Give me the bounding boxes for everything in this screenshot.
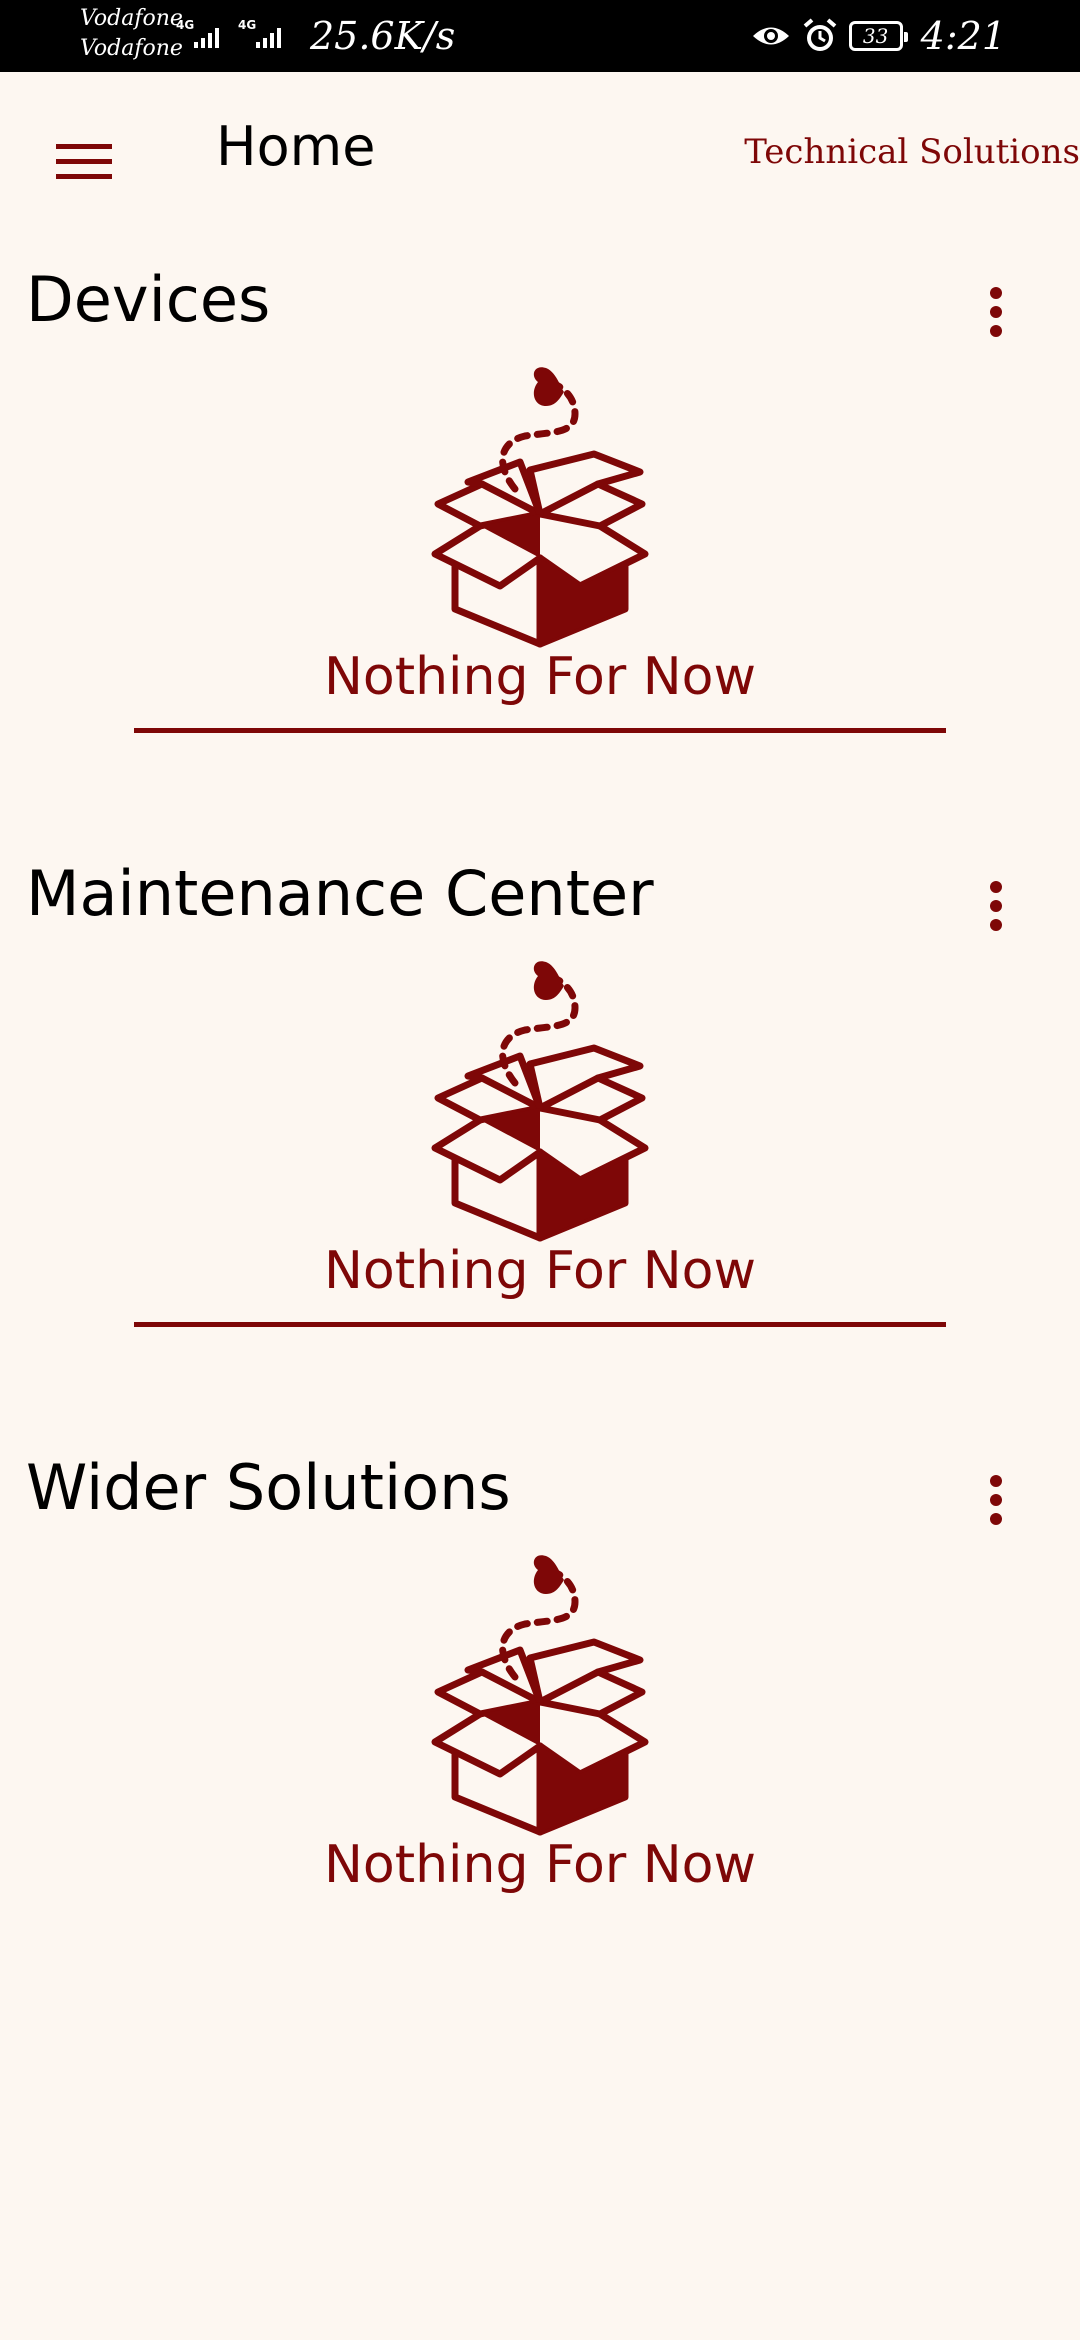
network-2-label: 4G xyxy=(238,18,256,32)
section-divider xyxy=(134,728,946,733)
network-speed: 25.6K/s xyxy=(310,14,456,58)
signal-bars-icon: 4G 4G xyxy=(176,18,281,48)
hamburger-menu-icon xyxy=(56,144,112,179)
section-maintenance-center: Maintenance Center Nothing For Now xyxy=(0,826,1080,1420)
open-box-icon xyxy=(410,354,670,654)
carrier-1-label: Vodafone xyxy=(80,6,183,31)
battery-icon: 33 xyxy=(848,21,908,51)
more-options-button[interactable] xyxy=(960,272,1032,352)
section-wider-solutions: Wider Solutions Nothing For Now xyxy=(0,1420,1080,2014)
empty-state-text: Nothing For Now xyxy=(323,1835,757,1895)
more-vert-icon xyxy=(990,881,1002,931)
battery-level: 33 xyxy=(862,24,889,48)
more-options-button[interactable] xyxy=(960,1460,1032,1540)
empty-state-text: Nothing For Now xyxy=(323,1241,757,1301)
signal-strength-icons: 4G 4G xyxy=(172,16,302,56)
open-box-icon xyxy=(410,1542,670,1842)
brand-name: Technical Solutions xyxy=(744,132,1080,172)
carrier-2-label: Vodafone xyxy=(80,36,183,61)
eye-icon xyxy=(752,27,789,45)
empty-state-text: Nothing For Now xyxy=(323,647,757,707)
status-bar: Vodafone Vodafone 4G 4G 25.6K/s 33 4:21 xyxy=(0,0,1080,72)
section-title: Devices xyxy=(26,263,271,336)
open-box-icon xyxy=(410,948,670,1248)
more-options-button[interactable] xyxy=(960,866,1032,946)
section-title: Wider Solutions xyxy=(26,1451,511,1524)
carrier-names: Vodafone Vodafone xyxy=(80,4,183,64)
menu-button[interactable] xyxy=(48,132,120,192)
app-bar: Home Technical Solutions xyxy=(0,72,1080,232)
more-vert-icon xyxy=(990,1475,1002,1525)
section-title: Maintenance Center xyxy=(26,857,654,930)
more-vert-icon xyxy=(990,287,1002,337)
status-icons: 33 4:21 xyxy=(751,14,1006,58)
clock-time: 4:21 xyxy=(920,14,1006,58)
page-title: Home xyxy=(216,115,376,178)
section-divider xyxy=(134,1322,946,1327)
network-1-label: 4G xyxy=(176,18,194,32)
alarm-icon xyxy=(803,18,836,51)
section-devices: Devices Nothing For Now xyxy=(0,232,1080,826)
